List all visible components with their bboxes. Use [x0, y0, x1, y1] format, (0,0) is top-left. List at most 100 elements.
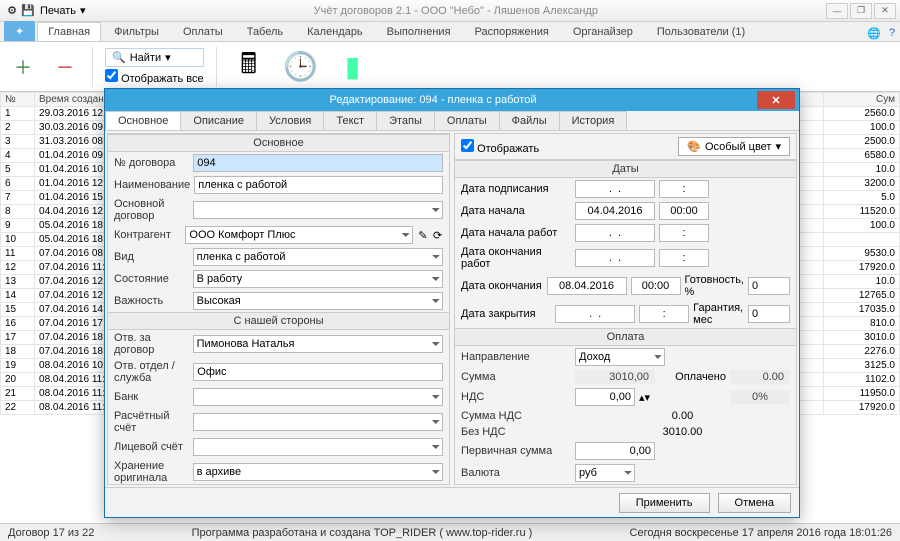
date-end-input[interactable]: [547, 277, 627, 295]
vat-pct: 0%: [730, 390, 790, 404]
calculator-icon[interactable]: 🖩: [229, 47, 269, 87]
display-checkbox[interactable]: Отображать: [461, 139, 539, 155]
tab-files[interactable]: Файлы: [499, 111, 560, 130]
ribbon-tab[interactable]: Распоряжения: [464, 22, 560, 41]
tab-stages[interactable]: Этапы: [376, 111, 435, 130]
ribbon-tab[interactable]: Календарь: [296, 22, 374, 41]
section-ours: С нашей стороны: [108, 312, 449, 330]
tab-main[interactable]: Основное: [105, 111, 181, 130]
date-wstart-input[interactable]: [575, 224, 655, 242]
time-close-input[interactable]: [639, 305, 689, 323]
section-pay: Оплата: [455, 328, 796, 346]
help-icon[interactable]: ?: [884, 25, 900, 41]
dialog-tabs: Основное Описание Условия Текст Этапы Оп…: [105, 111, 799, 131]
ribbon-body: ＋ － 🔍Найти ▾ Отображать все 🖩 🕒 ▮: [0, 42, 900, 92]
minimize-button[interactable]: —: [826, 3, 848, 19]
vatsum-value: 0.00: [575, 410, 790, 422]
date-wend-input[interactable]: [575, 249, 655, 267]
status-left: Договор 17 из 22: [8, 527, 94, 539]
add-button[interactable]: ＋: [8, 52, 38, 82]
ribbon-tab-app[interactable]: ✦: [4, 21, 35, 41]
ribbon-tabs: ✦ Главная Фильтры Оплаты Табель Календар…: [0, 22, 900, 42]
tab-desc[interactable]: Описание: [180, 111, 257, 130]
contractor-select[interactable]: ООО Комфорт Плюс: [185, 226, 413, 244]
sum-value: 3010,00: [575, 370, 655, 384]
lacct-select[interactable]: [193, 438, 443, 456]
contract-no-input[interactable]: [193, 154, 443, 172]
print-menu[interactable]: Печать: [36, 5, 80, 17]
readiness-input[interactable]: [748, 277, 790, 295]
section-note: Примечание: [455, 484, 796, 485]
time-sign-input[interactable]: [659, 180, 709, 198]
status-mid: Программа разработана и создана TOP_RIDE…: [94, 527, 629, 539]
time-wend-input[interactable]: [659, 249, 709, 267]
responsible-select[interactable]: Пимонова Наталья: [193, 335, 443, 353]
state-select[interactable]: В работу: [193, 270, 443, 288]
importance-select[interactable]: Высокая: [193, 292, 443, 310]
dept-input[interactable]: [193, 363, 443, 381]
section-dates: Даты: [455, 160, 796, 178]
date-sign-input[interactable]: [575, 180, 655, 198]
search-icon: 🔍: [112, 51, 126, 64]
edit-icon[interactable]: ✎: [417, 227, 428, 243]
delete-button[interactable]: －: [50, 52, 80, 82]
time-start-input[interactable]: [659, 202, 709, 220]
dialog-right-column: Отображать 🎨Особый цвет ▾ Даты Дата подп…: [454, 133, 797, 485]
base-contract-select[interactable]: [193, 201, 443, 219]
main-titlebar: ⚙ 💾 Печать▾ Учёт договоров 2.1 - ООО "Не…: [0, 0, 900, 22]
bank-select[interactable]: [193, 388, 443, 406]
close-button[interactable]: ✕: [874, 3, 896, 19]
direction-select[interactable]: Доход: [575, 348, 665, 366]
paid-value: 0.00: [730, 370, 790, 384]
currency-select[interactable]: руб: [575, 464, 635, 482]
name-input[interactable]: [194, 176, 443, 194]
first-sum-input[interactable]: [575, 442, 655, 460]
palette-icon: 🎨: [687, 140, 701, 153]
date-close-input[interactable]: [555, 305, 635, 323]
novat-value: 3010.00: [575, 426, 790, 438]
status-right: Сегодня воскресенье 17 апреля 2016 года …: [630, 527, 892, 539]
apply-button[interactable]: Применить: [619, 493, 710, 513]
clock-icon[interactable]: 🕒: [281, 47, 321, 87]
ribbon-tab[interactable]: Табель: [236, 22, 294, 41]
ribbon-tab[interactable]: Оплаты: [172, 22, 234, 41]
find-button[interactable]: 🔍Найти ▾: [105, 48, 204, 67]
kind-select[interactable]: пленка с работой: [193, 248, 443, 266]
globe-icon[interactable]: 🌐: [866, 25, 882, 41]
warranty-input[interactable]: [748, 305, 790, 323]
refresh-icon[interactable]: ⟳: [432, 227, 443, 243]
maximize-button[interactable]: ❐: [850, 3, 872, 19]
dialog-title: Редактирование: 094 - пленка с работой: [109, 94, 757, 106]
edit-dialog: Редактирование: 094 - пленка с работой ✕…: [104, 88, 800, 518]
tab-cond[interactable]: Условия: [256, 111, 324, 130]
chevron-down-icon: ▾: [775, 140, 781, 153]
vat-input[interactable]: [575, 388, 635, 406]
special-color-button[interactable]: 🎨Особый цвет ▾: [678, 137, 790, 156]
ribbon-tab[interactable]: Фильтры: [103, 22, 170, 41]
save-icon[interactable]: 💾: [20, 3, 36, 19]
date-start-input[interactable]: [575, 202, 655, 220]
ribbon-tab[interactable]: Выполнения: [376, 22, 462, 41]
notes-icon[interactable]: ▮: [333, 47, 373, 87]
orig-storage-select[interactable]: в архиве: [193, 463, 443, 481]
window-title: Учёт договоров 2.1 - ООО "Небо" - Ляшено…: [86, 5, 826, 17]
racct-select[interactable]: [193, 413, 443, 431]
ribbon-tab[interactable]: Органайзер: [562, 22, 644, 41]
cancel-button[interactable]: Отмена: [718, 493, 791, 513]
app-icon: ⚙: [4, 3, 20, 19]
tab-text[interactable]: Текст: [323, 111, 377, 130]
chevron-down-icon: ▾: [165, 51, 171, 64]
dialog-close-button[interactable]: ✕: [757, 91, 795, 109]
tab-hist[interactable]: История: [559, 111, 628, 130]
ribbon-tab[interactable]: Пользователи (1): [646, 22, 756, 41]
ribbon-tab[interactable]: Главная: [37, 22, 101, 41]
status-bar: Договор 17 из 22 Программа разработана и…: [0, 523, 900, 541]
spinner-icon[interactable]: ▴▾: [639, 391, 650, 404]
dialog-titlebar[interactable]: Редактирование: 094 - пленка с работой ✕: [105, 89, 799, 111]
time-end-input[interactable]: [631, 277, 681, 295]
tab-pay[interactable]: Оплаты: [434, 111, 500, 130]
section-main: Основное: [108, 134, 449, 152]
dialog-left-column: Основное № договора Наименование Основно…: [107, 133, 450, 485]
time-wstart-input[interactable]: [659, 224, 709, 242]
show-all-checkbox[interactable]: Отображать все: [105, 69, 204, 85]
